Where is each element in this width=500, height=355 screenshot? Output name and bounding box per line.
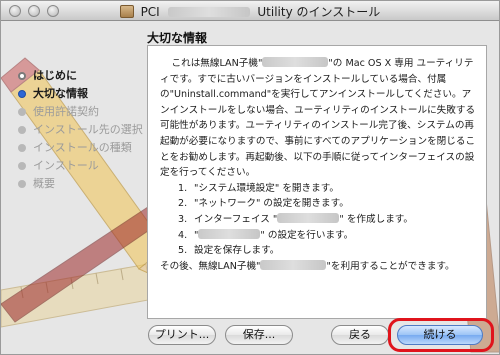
page-title: 大切な情報 (147, 31, 208, 45)
closing-text-start: その後、無線LAN子機" (160, 260, 261, 272)
step-pending-icon (18, 180, 26, 188)
step-install: インストール (15, 157, 150, 175)
step-label: 概要 (33, 177, 55, 190)
step-label: 大切な情報 (33, 87, 88, 100)
redacted-product-name (262, 57, 329, 67)
closing-line: その後、無線LAN子機" "を利用することができます。 (160, 259, 476, 275)
read-me-text-area[interactable]: これは無線LAN子機" "の Mac OS X 専用 ユーティリティです。すでに古… (147, 45, 487, 319)
go-back-button[interactable]: 戻る (331, 325, 389, 345)
step-text: "ネットワーク" の設定を開きます。 (194, 198, 349, 210)
step-label: インストール先の選択 (33, 123, 143, 136)
step-text: "システム環境設定" を開きます。 (194, 182, 339, 194)
window-title-prefix: PCI (140, 5, 160, 19)
redacted-interface-name (277, 212, 340, 223)
step-text: インターフェイス " (194, 213, 278, 225)
step-pending-icon (18, 108, 26, 116)
step-installation-type: インストールの種類 (15, 139, 150, 157)
redacted-product-name (260, 259, 327, 270)
setup-steps-list: 1. "システム環境設定" を開きます。 2. "ネットワーク" の設定を開きます。… (160, 181, 476, 259)
step-summary: 概要 (15, 175, 150, 193)
step-current-icon (18, 90, 26, 98)
list-item: 4. " " の設定を行います。 (178, 228, 476, 244)
save-button[interactable]: 保存... (225, 325, 293, 345)
step-label: インストール (33, 159, 99, 172)
title-bar[interactable]: PCI Utility のインストール (1, 1, 499, 21)
step-read-me: 大切な情報 (15, 85, 150, 103)
list-item: 1. "システム環境設定" を開きます。 (178, 181, 476, 197)
step-pending-icon (18, 162, 26, 170)
step-done-icon (18, 72, 26, 80)
step-label: はじめに (33, 69, 77, 82)
intro-text-rest: "の Mac OS X 専用 ユーティリティです。すでに古いバージョンをインスト… (160, 58, 476, 179)
step-text-tail: " の設定を行います。 (260, 229, 354, 241)
step-number: 4. (178, 229, 188, 241)
step-text: 設定を保存します。 (194, 245, 280, 257)
step-label: インストールの種類 (33, 141, 132, 154)
continue-button[interactable]: 続ける (397, 325, 483, 345)
step-pending-icon (18, 144, 26, 152)
step-destination: インストール先の選択 (15, 121, 150, 139)
installer-steps-sidebar: はじめに 大切な情報 使用許諾契約 インストール先の選択 インストールの種類 イ… (15, 67, 150, 193)
package-icon (119, 5, 134, 18)
step-pending-icon (18, 126, 26, 134)
installer-window: PCI Utility のインストール はじめに 大切な情報 使用許諾契約 イン… (0, 0, 500, 355)
print-button[interactable]: プリント... (148, 325, 216, 345)
list-item: 3. インターフェイス " " を作成します。 (178, 212, 476, 228)
intro-paragraph: これは無線LAN子機" "の Mac OS X 専用 ユーティリティです。すでに古… (160, 56, 476, 181)
step-number: 3. (178, 213, 188, 225)
closing-text-rest: "を利用することができます。 (326, 260, 455, 272)
step-label: 使用許諾契約 (33, 105, 99, 118)
list-item: 2. "ネットワーク" の設定を開きます。 (178, 196, 476, 212)
step-number: 2. (178, 198, 188, 210)
step-introduction: はじめに (15, 67, 150, 85)
step-text-tail: " を作成します。 (339, 213, 414, 225)
redacted-product-name (167, 7, 250, 17)
window-title: PCI Utility のインストール (1, 3, 499, 20)
step-number: 5. (178, 245, 188, 257)
window-title-suffix: Utility のインストール (257, 5, 381, 19)
list-item: 5. 設定を保存します。 (178, 243, 476, 259)
intro-text-start: これは無線LAN子機" (171, 58, 263, 69)
redacted-interface-name (198, 228, 261, 239)
step-license: 使用許諾契約 (15, 103, 150, 121)
step-number: 1. (178, 182, 188, 194)
